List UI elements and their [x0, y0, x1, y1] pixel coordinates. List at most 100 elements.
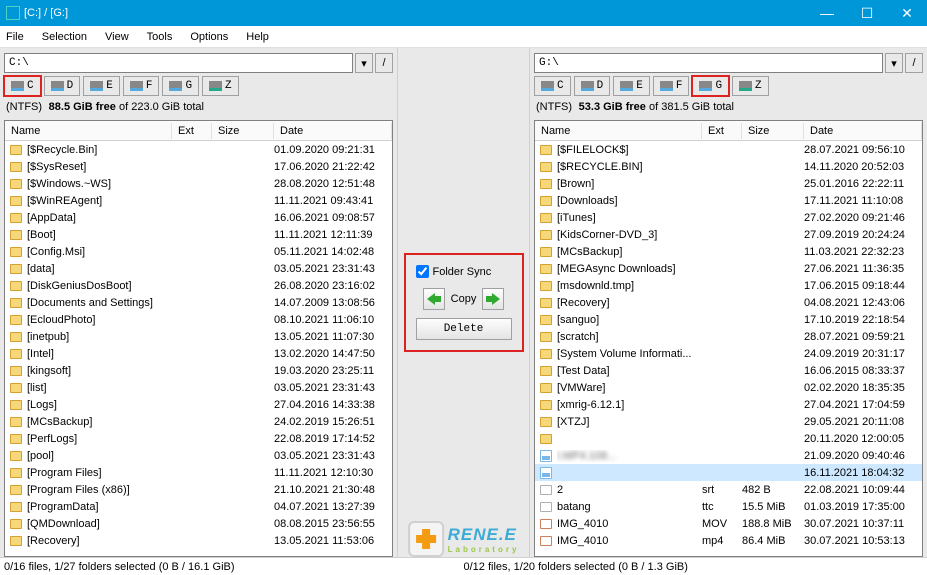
drive-button-g[interactable]: G	[692, 76, 729, 96]
drive-button-e[interactable]: E	[83, 76, 120, 96]
list-item[interactable]: [$FILELOCK$]28.07.2021 09:56:10	[535, 141, 922, 158]
menu-selection[interactable]: Selection	[40, 29, 89, 45]
list-item[interactable]: [Program Files]11.11.2021 12:10:30	[5, 464, 392, 481]
left-fs-info: (NTFS) 88.5 GiB free of 223.0 GiB total	[4, 101, 393, 114]
menu-file[interactable]: File	[4, 29, 26, 45]
list-item[interactable]: [ProgramData]04.07.2021 13:27:39	[5, 498, 392, 515]
left-file-list[interactable]: Name Ext Size Date [$Recycle.Bin]01.09.2…	[4, 120, 393, 557]
logo-icon	[408, 521, 444, 557]
list-item[interactable]: [Recovery]13.05.2021 11:53:06	[5, 532, 392, 549]
list-item[interactable]: [scratch]28.07.2021 09:59:21	[535, 328, 922, 345]
list-item[interactable]: [inetpub]13.05.2021 11:07:30	[5, 328, 392, 345]
drive-button-c[interactable]: C	[4, 76, 41, 96]
list-item[interactable]: batangttc15.5 MiB01.03.2019 17:35:00	[535, 498, 922, 515]
list-item[interactable]: [XTZJ]29.05.2021 20:11:08	[535, 413, 922, 430]
drive-button-e[interactable]: E	[613, 76, 650, 96]
right-status: 0/12 files, 1/20 folders selected (0 B /…	[464, 561, 924, 573]
close-button[interactable]: ✕	[887, 0, 927, 26]
col-name[interactable]: Name	[535, 123, 702, 139]
delete-button[interactable]: Delete	[416, 318, 512, 340]
list-item[interactable]: [KidsCorner-DVD_3]27.09.2019 20:24:24	[535, 226, 922, 243]
list-item[interactable]: [Config.Msi]05.11.2021 14:02:48	[5, 243, 392, 260]
col-size[interactable]: Size	[212, 123, 274, 139]
list-item[interactable]: [VMWare]02.02.2020 18:35:35	[535, 379, 922, 396]
drive-button-c[interactable]: C	[534, 76, 571, 96]
right-path-go[interactable]: /	[905, 53, 923, 73]
col-ext[interactable]: Ext	[702, 123, 742, 139]
menu-tools[interactable]: Tools	[145, 29, 175, 45]
list-item[interactable]: 2srt482 B22.08.2021 10:09:44	[535, 481, 922, 498]
list-item[interactable]: I.MP4.108...21.09.2020 09:40:46	[535, 447, 922, 464]
right-path-input[interactable]	[534, 53, 883, 73]
list-item[interactable]: [xmrig-6.12.1]27.04.2021 17:04:59	[535, 396, 922, 413]
list-item[interactable]: IMG_4010mp486.4 MiB30.07.2021 10:53:13	[535, 532, 922, 549]
list-item[interactable]: IMG_4010MOV188.8 MiB30.07.2021 10:37:11	[535, 515, 922, 532]
list-item[interactable]: [Brown]25.01.2016 22:22:11	[535, 175, 922, 192]
left-list-header[interactable]: Name Ext Size Date	[5, 121, 392, 141]
list-item[interactable]: [AppData]16.06.2021 09:08:57	[5, 209, 392, 226]
list-item[interactable]: [DiskGeniusDosBoot]26.08.2020 23:16:02	[5, 277, 392, 294]
list-item[interactable]: [kingsoft]19.03.2020 23:25:11	[5, 362, 392, 379]
col-date[interactable]: Date	[274, 123, 392, 139]
list-item[interactable]: [Boot]11.11.2021 12:11:39	[5, 226, 392, 243]
drive-button-z[interactable]: Z	[202, 76, 239, 96]
minimize-button[interactable]: —	[807, 0, 847, 26]
list-item[interactable]: [Intel]13.02.2020 14:47:50	[5, 345, 392, 362]
list-item[interactable]: [MEGAsync Downloads]27.06.2021 11:36:35	[535, 260, 922, 277]
list-item[interactable]: [Logs]27.04.2016 14:33:38	[5, 396, 392, 413]
col-name[interactable]: Name	[5, 123, 172, 139]
list-item[interactable]: [QMDownload]08.08.2015 23:56:55	[5, 515, 392, 532]
list-item[interactable]: [pool]03.05.2021 23:31:43	[5, 447, 392, 464]
menu-view[interactable]: View	[103, 29, 131, 45]
drive-button-f[interactable]: F	[653, 76, 690, 96]
drive-button-d[interactable]: D	[44, 76, 81, 96]
copy-right-button[interactable]	[482, 288, 504, 310]
maximize-button[interactable]: ☐	[847, 0, 887, 26]
right-file-list[interactable]: Name Ext Size Date [$FILELOCK$]28.07.202…	[534, 120, 923, 557]
menu-help[interactable]: Help	[244, 29, 271, 45]
list-item[interactable]: 16.11.2021 18:04:32	[535, 464, 922, 481]
drive-button-f[interactable]: F	[123, 76, 160, 96]
menu-options[interactable]: Options	[188, 29, 230, 45]
list-item[interactable]: [Downloads]17.11.2021 11:10:08	[535, 192, 922, 209]
list-item[interactable]: [data]03.05.2021 23:31:43	[5, 260, 392, 277]
list-item[interactable]: [$RECYCLE.BIN]14.11.2020 20:52:03	[535, 158, 922, 175]
left-path-go[interactable]: /	[375, 53, 393, 73]
list-item[interactable]: [MCsBackup]24.02.2019 15:26:51	[5, 413, 392, 430]
list-item[interactable]: [$SysReset]17.06.2020 21:22:42	[5, 158, 392, 175]
col-ext[interactable]: Ext	[172, 123, 212, 139]
folder-sync-checkbox[interactable]: Folder Sync	[416, 265, 512, 278]
list-item[interactable]: [Documents and Settings]14.07.2009 13:08…	[5, 294, 392, 311]
list-item[interactable]: [iTunes]27.02.2020 09:21:46	[535, 209, 922, 226]
copy-left-button[interactable]	[423, 288, 445, 310]
folder-sync-check[interactable]	[416, 265, 429, 278]
left-path-input[interactable]	[4, 53, 353, 73]
list-item[interactable]: [PerfLogs]22.08.2019 17:14:52	[5, 430, 392, 447]
list-item[interactable]: [Recovery]04.08.2021 12:43:06	[535, 294, 922, 311]
right-list-header[interactable]: Name Ext Size Date	[535, 121, 922, 141]
drive-button-d[interactable]: D	[574, 76, 611, 96]
list-item[interactable]: [msdownld.tmp]17.06.2015 09:18:44	[535, 277, 922, 294]
drive-button-g[interactable]: G	[162, 76, 199, 96]
list-item[interactable]: [$WinREAgent]11.11.2021 09:43:41	[5, 192, 392, 209]
list-item[interactable]: [list]03.05.2021 23:31:43	[5, 379, 392, 396]
col-size[interactable]: Size	[742, 123, 804, 139]
drive-button-z[interactable]: Z	[732, 76, 769, 96]
list-item[interactable]: [Program Files (x86)]21.10.2021 21:30:48	[5, 481, 392, 498]
menu-bar: File Selection View Tools Options Help	[0, 26, 927, 48]
right-path-dropdown[interactable]: ▾	[885, 53, 903, 73]
col-date[interactable]: Date	[804, 123, 922, 139]
center-panel: Folder Sync Copy Delete	[398, 48, 529, 557]
list-item[interactable]: [Test Data]16.06.2015 08:33:37	[535, 362, 922, 379]
right-fs-info: (NTFS) 53.3 GiB free of 381.5 GiB total	[534, 101, 923, 114]
left-path-dropdown[interactable]: ▾	[355, 53, 373, 73]
list-item[interactable]: [sanguo]17.10.2019 22:18:54	[535, 311, 922, 328]
list-item[interactable]: [System Volume Informati...24.09.2019 20…	[535, 345, 922, 362]
list-item[interactable]: 20.11.2020 12:00:05	[535, 430, 922, 447]
left-status: 0/16 files, 1/27 folders selected (0 B /…	[4, 561, 464, 573]
app-icon	[6, 6, 20, 20]
list-item[interactable]: [MCsBackup]11.03.2021 22:32:23	[535, 243, 922, 260]
list-item[interactable]: [$Windows.~WS]28.08.2020 12:51:48	[5, 175, 392, 192]
list-item[interactable]: [EcloudPhoto]08.10.2021 11:06:10	[5, 311, 392, 328]
list-item[interactable]: [$Recycle.Bin]01.09.2020 09:21:31	[5, 141, 392, 158]
